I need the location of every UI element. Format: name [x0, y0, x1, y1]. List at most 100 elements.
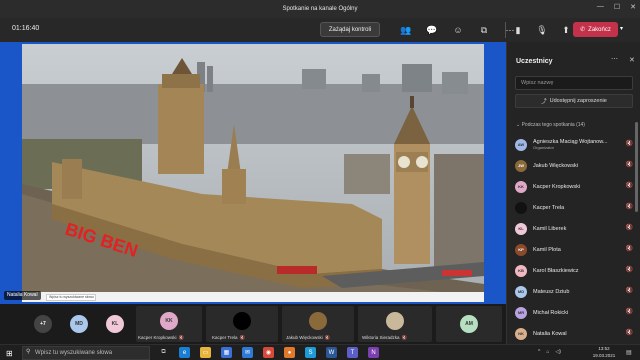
- leave-label: Zakończ: [588, 26, 611, 33]
- mic-off-icon: 🔇: [625, 267, 633, 273]
- participant-name: Jakub Więckowski: [533, 162, 578, 169]
- participant-name: Kacper Trela: [533, 204, 565, 211]
- participant-row[interactable]: NK Natalia Kowal 🔇: [515, 323, 635, 344]
- participant-row[interactable]: KK Kacper Kropkowski 🔇: [515, 176, 635, 197]
- onenote-icon[interactable]: N: [368, 347, 379, 358]
- leave-options-chevron-icon[interactable]: ▾: [620, 25, 623, 32]
- share-invite-label: Udostępnij zaproszenie: [549, 98, 607, 104]
- participant-name: Michał Rokicki: [533, 309, 569, 316]
- maximize-icon[interactable]: ☐: [614, 3, 620, 11]
- mic-off-icon: 🔇: [625, 141, 633, 147]
- system-tray: ^ ⌂ ◁): [538, 349, 561, 355]
- teams-icon[interactable]: T: [347, 347, 358, 358]
- gallery-tile[interactable]: KK Kacper Kropkowski 🔇: [136, 306, 202, 342]
- meeting-timer: 01:16:40: [12, 25, 40, 32]
- windows-start-icon[interactable]: ⊞: [6, 349, 13, 358]
- shared-taskbar: Wpisz tu wyszukiwane słowo: [22, 292, 484, 302]
- mic-off-icon: 🔇: [324, 335, 331, 340]
- shared-taskbar-search: Wpisz tu wyszukiwane słowo: [46, 293, 96, 301]
- edge-icon[interactable]: e: [179, 347, 190, 358]
- volume-icon[interactable]: ◁): [555, 349, 561, 355]
- tile-label: Kacper Trela 🔇: [212, 335, 245, 341]
- gallery-tile[interactable]: KL: [102, 306, 128, 342]
- avatar: KB: [515, 264, 527, 277]
- panel-more-icon[interactable]: ⋯: [611, 55, 618, 63]
- gallery-tile[interactable]: Wiktoria Sieradzka 🔇: [358, 306, 432, 342]
- participants-panel: Uczestnicy ⋯ ✕ Wpisz nazwę ⤴ Udostępnij …: [506, 42, 640, 344]
- share-invite-button[interactable]: ⤴ Udostępnij zaproszenie: [515, 94, 633, 108]
- participant-row[interactable]: MD Mateusz Dziub 🔇: [515, 281, 635, 302]
- avatar: KL: [106, 315, 124, 333]
- main-stage: BIG BEN Wpisz tu wyszukiwane słowo Natal…: [0, 42, 506, 304]
- mic-off-icon[interactable]: 🎙: [536, 24, 548, 36]
- taskbar-search-input[interactable]: Wpisz tu wyszukiwane słowa: [22, 346, 150, 360]
- participant-row[interactable]: AW Agnieszka Maciąg Wojtanow... Organizato…: [515, 134, 635, 155]
- participant-row[interactable]: JW Jakub Więckowski 🔇: [515, 155, 635, 176]
- tile-name: Kacper Kropkowski: [138, 335, 177, 340]
- chat-icon[interactable]: 💬: [426, 24, 438, 36]
- mic-off-icon: 🔇: [178, 335, 185, 340]
- system-clock[interactable]: 13:52 19.03.2021: [586, 346, 622, 359]
- request-control-button[interactable]: Zażądaj kontroli: [320, 22, 380, 37]
- gallery-tile[interactable]: Jakub Więckowski 🔇: [282, 306, 354, 342]
- collapse-chevron-icon: ⌄: [516, 122, 521, 128]
- avatar: KK: [515, 180, 527, 193]
- share-screen-icon[interactable]: ⬆: [560, 24, 572, 36]
- participant-name: Kacper Kropkowski: [533, 183, 581, 190]
- gallery-tile[interactable]: AM: [436, 306, 502, 342]
- tile-label: Jakub Więckowski 🔇: [286, 335, 330, 341]
- tray-chevron-icon[interactable]: ^: [538, 349, 540, 355]
- word-icon[interactable]: W: [326, 347, 337, 358]
- panel-scrollbar[interactable]: [635, 122, 638, 212]
- participant-row[interactable]: KL Kamil Liberek 🔇: [515, 218, 635, 239]
- mic-off-icon: 🔇: [625, 162, 633, 168]
- participant-name: Kamil Plota: [533, 246, 561, 253]
- breakout-rooms-icon[interactable]: ⧉: [478, 24, 490, 36]
- gallery-tile[interactable]: MD: [66, 306, 92, 342]
- westminster-image: BIG BEN: [22, 44, 484, 292]
- participant-row[interactable]: MR Michał Rokicki 🔇: [515, 302, 635, 323]
- mic-off-icon: 🔇: [625, 225, 633, 231]
- gallery-tile[interactable]: Kacper Trela 🔇: [206, 306, 278, 342]
- minimize-icon[interactable]: —: [597, 3, 604, 11]
- participant-search-input[interactable]: Wpisz nazwę: [515, 76, 633, 90]
- network-icon[interactable]: ⌂: [546, 349, 549, 355]
- avatar: [515, 201, 527, 214]
- avatar: AW: [515, 138, 527, 151]
- participant-list: AW Agnieszka Maciąg Wojtanow... Organizato…: [515, 134, 635, 344]
- mic-off-icon: 🔇: [625, 288, 633, 294]
- window-controls: — ☐ ✕: [597, 3, 636, 11]
- search-icon: ⚲: [26, 349, 31, 355]
- leave-button[interactable]: ✆ Zakończ: [573, 22, 618, 37]
- participant-row[interactable]: Kacper Trela 🔇: [515, 197, 635, 218]
- mic-off-icon: 🔇: [625, 183, 633, 189]
- participant-row[interactable]: KP Kamil Plota 🔇: [515, 239, 635, 260]
- camera-off-icon[interactable]: ▮: [512, 24, 524, 36]
- more-participants-badge[interactable]: +7: [34, 315, 52, 333]
- reactions-icon[interactable]: ☺: [452, 24, 464, 36]
- taskbar-apps: ⧉ e ▭ ▦ ✉ ◉ ● S W T N: [158, 347, 379, 358]
- section-header[interactable]: ⌄ Podczas tego spotkania (14): [516, 122, 585, 128]
- store-icon[interactable]: ▦: [221, 347, 232, 358]
- participants-icon[interactable]: 👥: [400, 24, 412, 36]
- tile-name: Kacper Trela: [212, 335, 238, 340]
- mic-off-icon: 🔇: [625, 246, 633, 252]
- toolbar-media: ▮ 🎙 ⬆: [512, 24, 572, 36]
- panel-close-icon[interactable]: ✕: [629, 56, 635, 64]
- shared-screen: BIG BEN Wpisz tu wyszukiwane słowo Natal…: [0, 42, 506, 304]
- skype-icon[interactable]: S: [305, 347, 316, 358]
- file-explorer-icon[interactable]: ▭: [200, 347, 211, 358]
- chrome-icon[interactable]: ◉: [263, 347, 274, 358]
- task-view-icon[interactable]: ⧉: [158, 347, 169, 358]
- mail-icon[interactable]: ✉: [242, 347, 253, 358]
- firefox-icon[interactable]: ●: [284, 347, 295, 358]
- notifications-icon[interactable]: ▤: [626, 349, 632, 356]
- shared-photo: BIG BEN: [22, 44, 484, 292]
- avatar: NK: [515, 327, 527, 340]
- participant-row[interactable]: KB Karol Błaszkiewicz 🔇: [515, 260, 635, 281]
- gallery-tile[interactable]: +7: [30, 306, 56, 342]
- avatar: MR: [515, 306, 527, 319]
- close-icon[interactable]: ✕: [630, 3, 636, 11]
- avatar: AM: [460, 315, 478, 333]
- section-label: Podczas tego spotkania (14): [521, 122, 585, 128]
